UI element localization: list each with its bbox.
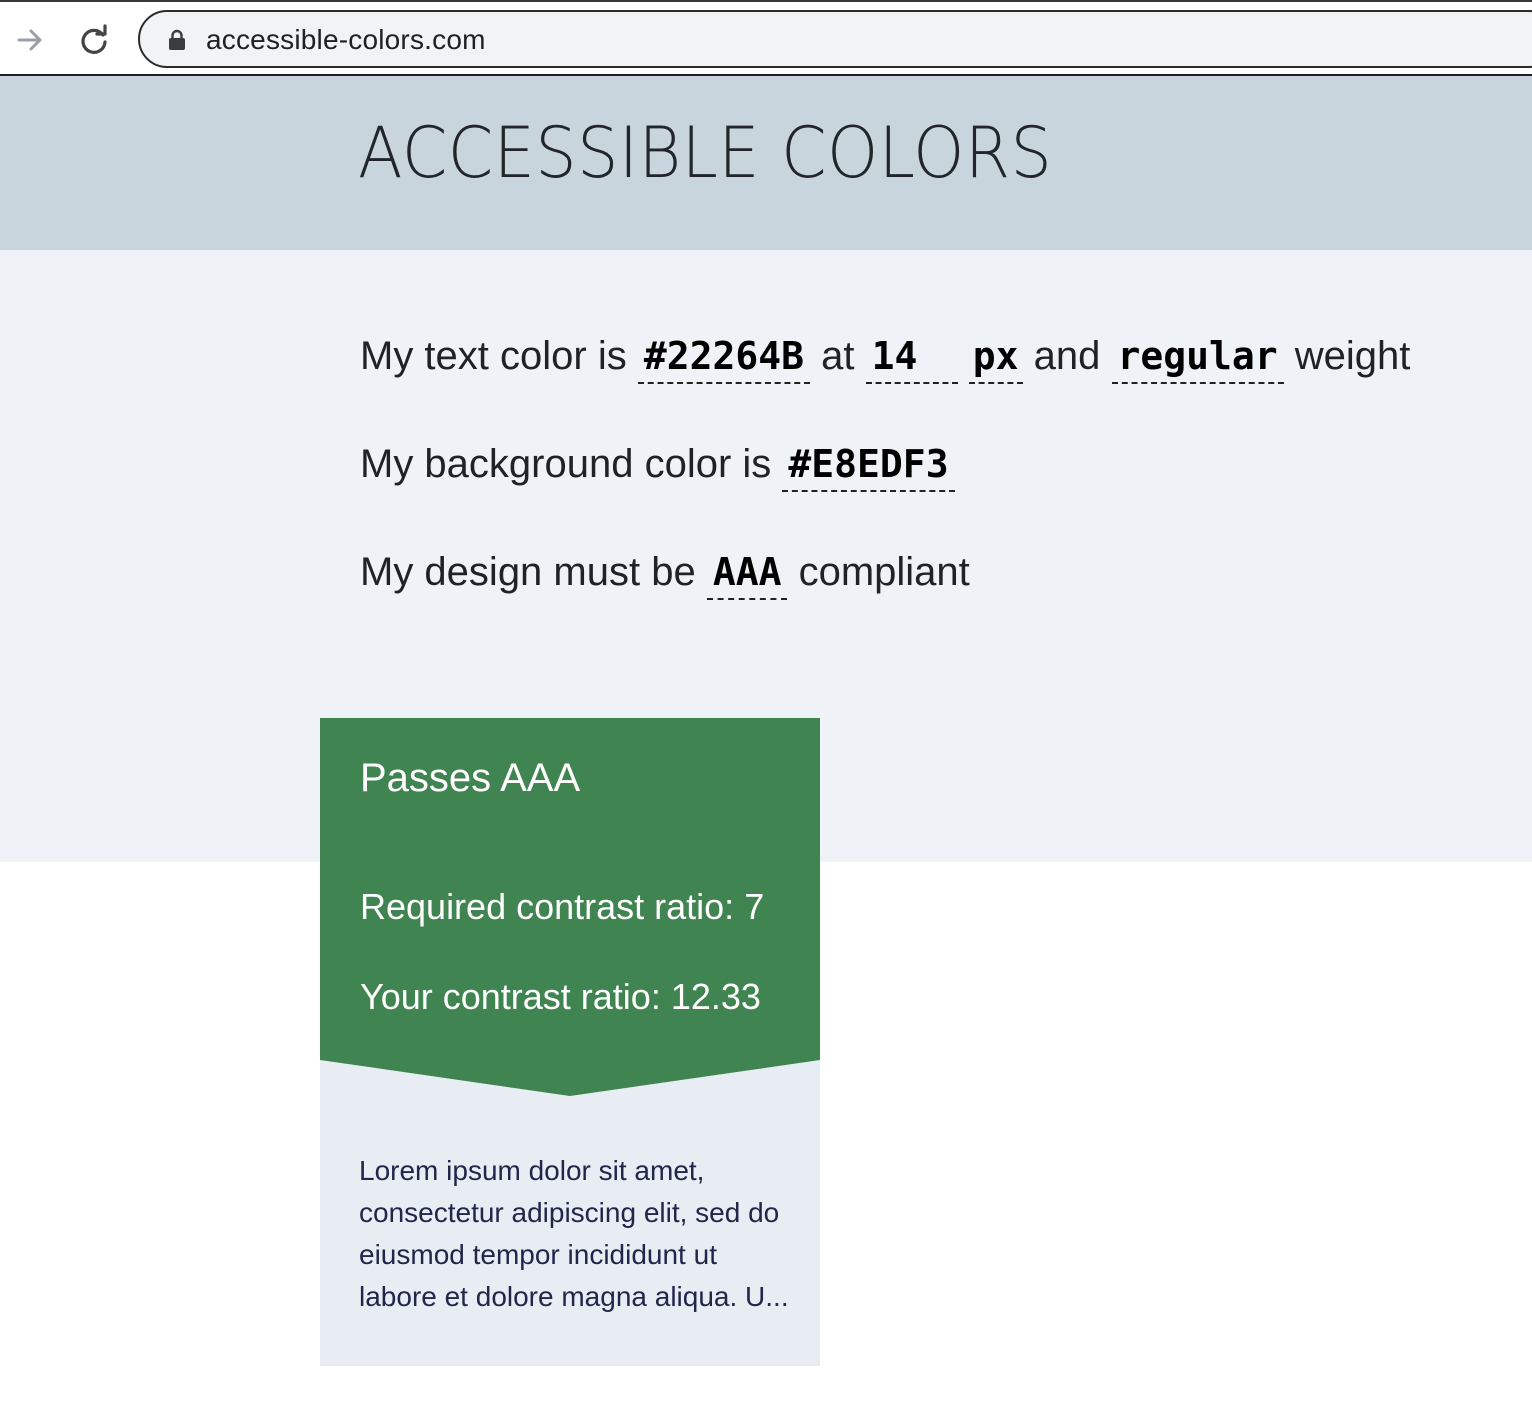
arrow-right-icon bbox=[17, 29, 42, 51]
bg-color-label: My background color is bbox=[360, 442, 772, 486]
bg-color-sentence: My background color is #E8EDF3 bbox=[360, 442, 955, 492]
weight-label: weight bbox=[1294, 334, 1411, 378]
reload-button[interactable] bbox=[74, 20, 114, 60]
sample-text: Lorem ipsum dolor sit amet, consectetur … bbox=[359, 1155, 789, 1312]
text-color-label: My text color is bbox=[360, 334, 627, 378]
compliance-suffix: compliant bbox=[798, 550, 970, 594]
text-color-input[interactable]: #22264B bbox=[637, 335, 810, 384]
address-bar[interactable]: accessible-colors.com bbox=[138, 10, 1532, 68]
font-weight-select[interactable]: regular bbox=[1111, 335, 1284, 384]
compliance-sentence: My design must be AAA compliant bbox=[360, 550, 970, 600]
compliance-label: My design must be bbox=[360, 550, 696, 594]
bg-color-input[interactable]: #E8EDF3 bbox=[782, 443, 955, 492]
compliance-level-select[interactable]: AAA bbox=[706, 551, 788, 600]
result-status: Passes AAA bbox=[360, 756, 581, 800]
url-text[interactable]: accessible-colors.com bbox=[206, 24, 486, 56]
at-label: at bbox=[821, 334, 855, 378]
forward-button[interactable] bbox=[10, 20, 50, 60]
lock-icon bbox=[169, 29, 185, 50]
font-unit-select[interactable]: px bbox=[968, 335, 1023, 384]
site-title: ACCESSIBLE COLORS bbox=[358, 112, 1053, 194]
browser-toolbar: accessible-colors.com bbox=[0, 0, 1532, 76]
your-ratio: Your contrast ratio: 12.33 bbox=[360, 976, 761, 1017]
required-ratio: Required contrast ratio: 7 bbox=[360, 886, 765, 927]
text-color-sentence: My text color is #22264B at 14 px and re… bbox=[360, 334, 1410, 384]
and-label: and bbox=[1033, 334, 1101, 378]
font-size-input[interactable]: 14 bbox=[865, 335, 958, 384]
reload-icon bbox=[81, 24, 107, 54]
